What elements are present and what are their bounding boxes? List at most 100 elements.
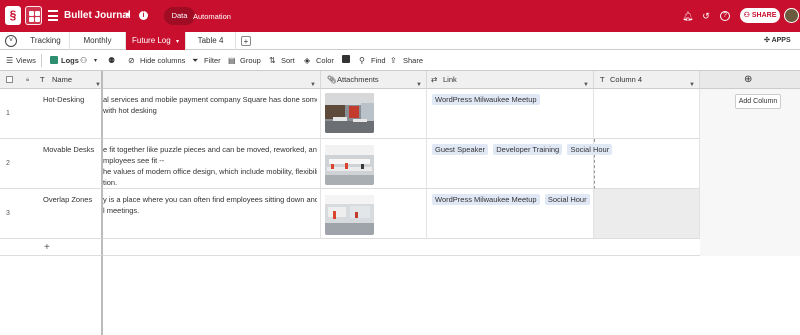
text-line: l meetings.: [103, 206, 140, 215]
attachment-thumbnail[interactable]: [325, 195, 374, 235]
add-column-button[interactable]: Add Column: [735, 94, 781, 109]
column-header-name[interactable]: Name: [52, 71, 72, 89]
info-icon[interactable]: i: [139, 11, 148, 20]
nav-automation[interactable]: Automation: [193, 12, 231, 21]
help-icon[interactable]: ?: [720, 11, 730, 21]
text-line: he values of modern office design, which…: [103, 167, 317, 176]
link-chips: Guest Speaker Developer Training Social …: [432, 144, 615, 155]
add-row-strip[interactable]: [103, 239, 700, 256]
column-header-attachments[interactable]: 📎︎ Attachments ▼: [321, 71, 427, 89]
link-chip[interactable]: Social Hour: [544, 194, 590, 205]
data-grid: 🔒︎ T Name ▼ ▼ 📎︎ Attachments ▼ ⇄ Link ▼ …: [0, 71, 800, 335]
apps-label: APPS: [771, 37, 791, 44]
sort-button[interactable]: Sort: [281, 56, 295, 65]
share-view-button[interactable]: Share: [403, 56, 423, 65]
table-row[interactable]: 1 Hot-Desking: [0, 89, 103, 139]
group-button[interactable]: Group: [240, 56, 261, 65]
attachments-label: Attachments: [337, 75, 379, 84]
current-view-name[interactable]: Logs: [61, 56, 79, 65]
add-row-plus-icon[interactable]: +: [44, 242, 50, 253]
row-name-cell[interactable]: Overlap Zones: [43, 195, 92, 204]
find-search-icon[interactable]: ⚲: [359, 56, 365, 65]
filter-icon[interactable]: ⏷: [192, 56, 198, 66]
text-line: al services and mobile payment company S…: [103, 95, 317, 104]
tab-future-log[interactable]: Future Log ▾: [126, 32, 186, 50]
tab-table-4[interactable]: Table 4: [186, 32, 236, 50]
lock-icon: 🔒︎: [26, 77, 30, 83]
nav-data[interactable]: Data: [164, 7, 195, 25]
app-logo[interactable]: §: [5, 6, 21, 25]
collaborator-icon[interactable]: ⚉: [108, 56, 115, 65]
add-column-plus-icon[interactable]: ⊕: [744, 71, 752, 89]
hide-columns-icon[interactable]: ⊘: [128, 56, 135, 65]
text-line: tion.: [103, 178, 118, 187]
column4-cell[interactable]: [594, 89, 700, 139]
filter-button[interactable]: Filter: [204, 56, 221, 65]
select-all-checkbox[interactable]: [6, 76, 13, 83]
hide-columns-button[interactable]: Hide columns: [140, 56, 185, 65]
grid-empty-area: [103, 256, 800, 335]
attachment-thumbnail[interactable]: [325, 93, 374, 133]
find-button[interactable]: Find: [371, 56, 386, 65]
column4-label: Column 4: [610, 75, 643, 84]
share-view-icon[interactable]: ⇪: [390, 56, 397, 65]
text-line: mployees see fit --: [103, 156, 165, 165]
color-icon[interactable]: ◈: [304, 56, 310, 65]
row-number: 3: [6, 210, 10, 217]
text-cell-content: y is a place where you can often find em…: [103, 194, 317, 216]
share-people-icon: ⚇: [743, 12, 752, 19]
tab-future-log-label: Future Log: [132, 36, 171, 45]
text-line: y is a place where you can often find em…: [103, 195, 317, 204]
link-chips: WordPress Milwaukee Meetup Social Hour: [432, 194, 593, 205]
views-button[interactable]: Views: [16, 56, 36, 65]
row-number: 2: [6, 160, 10, 167]
title-chevron-down-icon[interactable]: ▾: [126, 10, 130, 19]
group-icon[interactable]: ▤: [228, 56, 236, 65]
base-title[interactable]: Bullet Journal: [64, 10, 131, 21]
column-header-link[interactable]: ⇄ Link ▼: [427, 71, 594, 89]
view-toolbar: ☰ Views Logs ⚇ ▾ ⚉ ⊘ Hide columns ⏷ Filt…: [0, 50, 800, 71]
table-row[interactable]: 3 Overlap Zones: [0, 189, 103, 239]
link-chip[interactable]: Guest Speaker: [432, 144, 489, 155]
toolbar-divider: [41, 54, 42, 67]
add-table-plus-icon[interactable]: +: [241, 36, 251, 46]
view-chevron-down-icon[interactable]: ▾: [94, 57, 97, 64]
table-row[interactable]: 2 Movable Desks: [0, 139, 103, 189]
row-name-cell[interactable]: Hot-Desking: [43, 95, 84, 104]
link-chip[interactable]: Social Hour: [567, 144, 613, 155]
view-collaborators-icon[interactable]: ⚇: [80, 56, 87, 65]
row-name-cell[interactable]: Movable Desks: [43, 145, 94, 154]
share-label: SHARE: [751, 12, 777, 19]
share-button[interactable]: ⚇ SHARE: [740, 8, 780, 23]
tab-chevron-down-icon[interactable]: ▾: [176, 39, 179, 45]
views-list-icon[interactable]: ☰: [6, 56, 13, 65]
text-field-icon: T: [600, 75, 605, 84]
column-header-text[interactable]: ▼: [103, 71, 321, 89]
tab-monthly[interactable]: Monthly: [70, 32, 126, 50]
link-chip[interactable]: WordPress Milwaukee Meetup: [432, 94, 540, 105]
user-avatar[interactable]: [784, 8, 799, 23]
add-row[interactable]: +: [0, 239, 103, 256]
app-grid-icon[interactable]: [25, 6, 42, 25]
sort-icon[interactable]: ⇅: [269, 56, 276, 65]
link-chip[interactable]: Developer Training: [493, 144, 563, 155]
row-number: 1: [6, 110, 10, 117]
history-icon[interactable]: ↺: [701, 11, 711, 21]
header-left-pane: 🔒︎ T Name ▼: [0, 71, 103, 89]
sidebar-toggle-chevron-icon[interactable]: ˅: [5, 35, 17, 47]
text-cell-content: e fit together like puzzle pieces and ca…: [103, 144, 317, 188]
row-height-icon[interactable]: [342, 55, 350, 63]
add-column-header[interactable]: ⊕: [700, 71, 800, 89]
attachment-thumbnail[interactable]: [325, 145, 374, 185]
link-chip[interactable]: WordPress Milwaukee Meetup: [432, 194, 540, 205]
apps-button[interactable]: ✣ APPS: [764, 36, 791, 44]
apps-icon: ✣: [764, 37, 770, 44]
link-chips: WordPress Milwaukee Meetup: [432, 94, 543, 105]
notification-bell-icon[interactable]: 🔔︎: [682, 11, 693, 21]
color-button[interactable]: Color: [316, 56, 334, 65]
column-header-column4[interactable]: T Column 4 ▼: [594, 71, 700, 89]
link-arrows-icon: ⇄: [431, 75, 438, 84]
menu-icon[interactable]: [48, 10, 58, 21]
column4-cell[interactable]: [594, 189, 700, 239]
tab-tracking[interactable]: Tracking: [22, 32, 70, 50]
